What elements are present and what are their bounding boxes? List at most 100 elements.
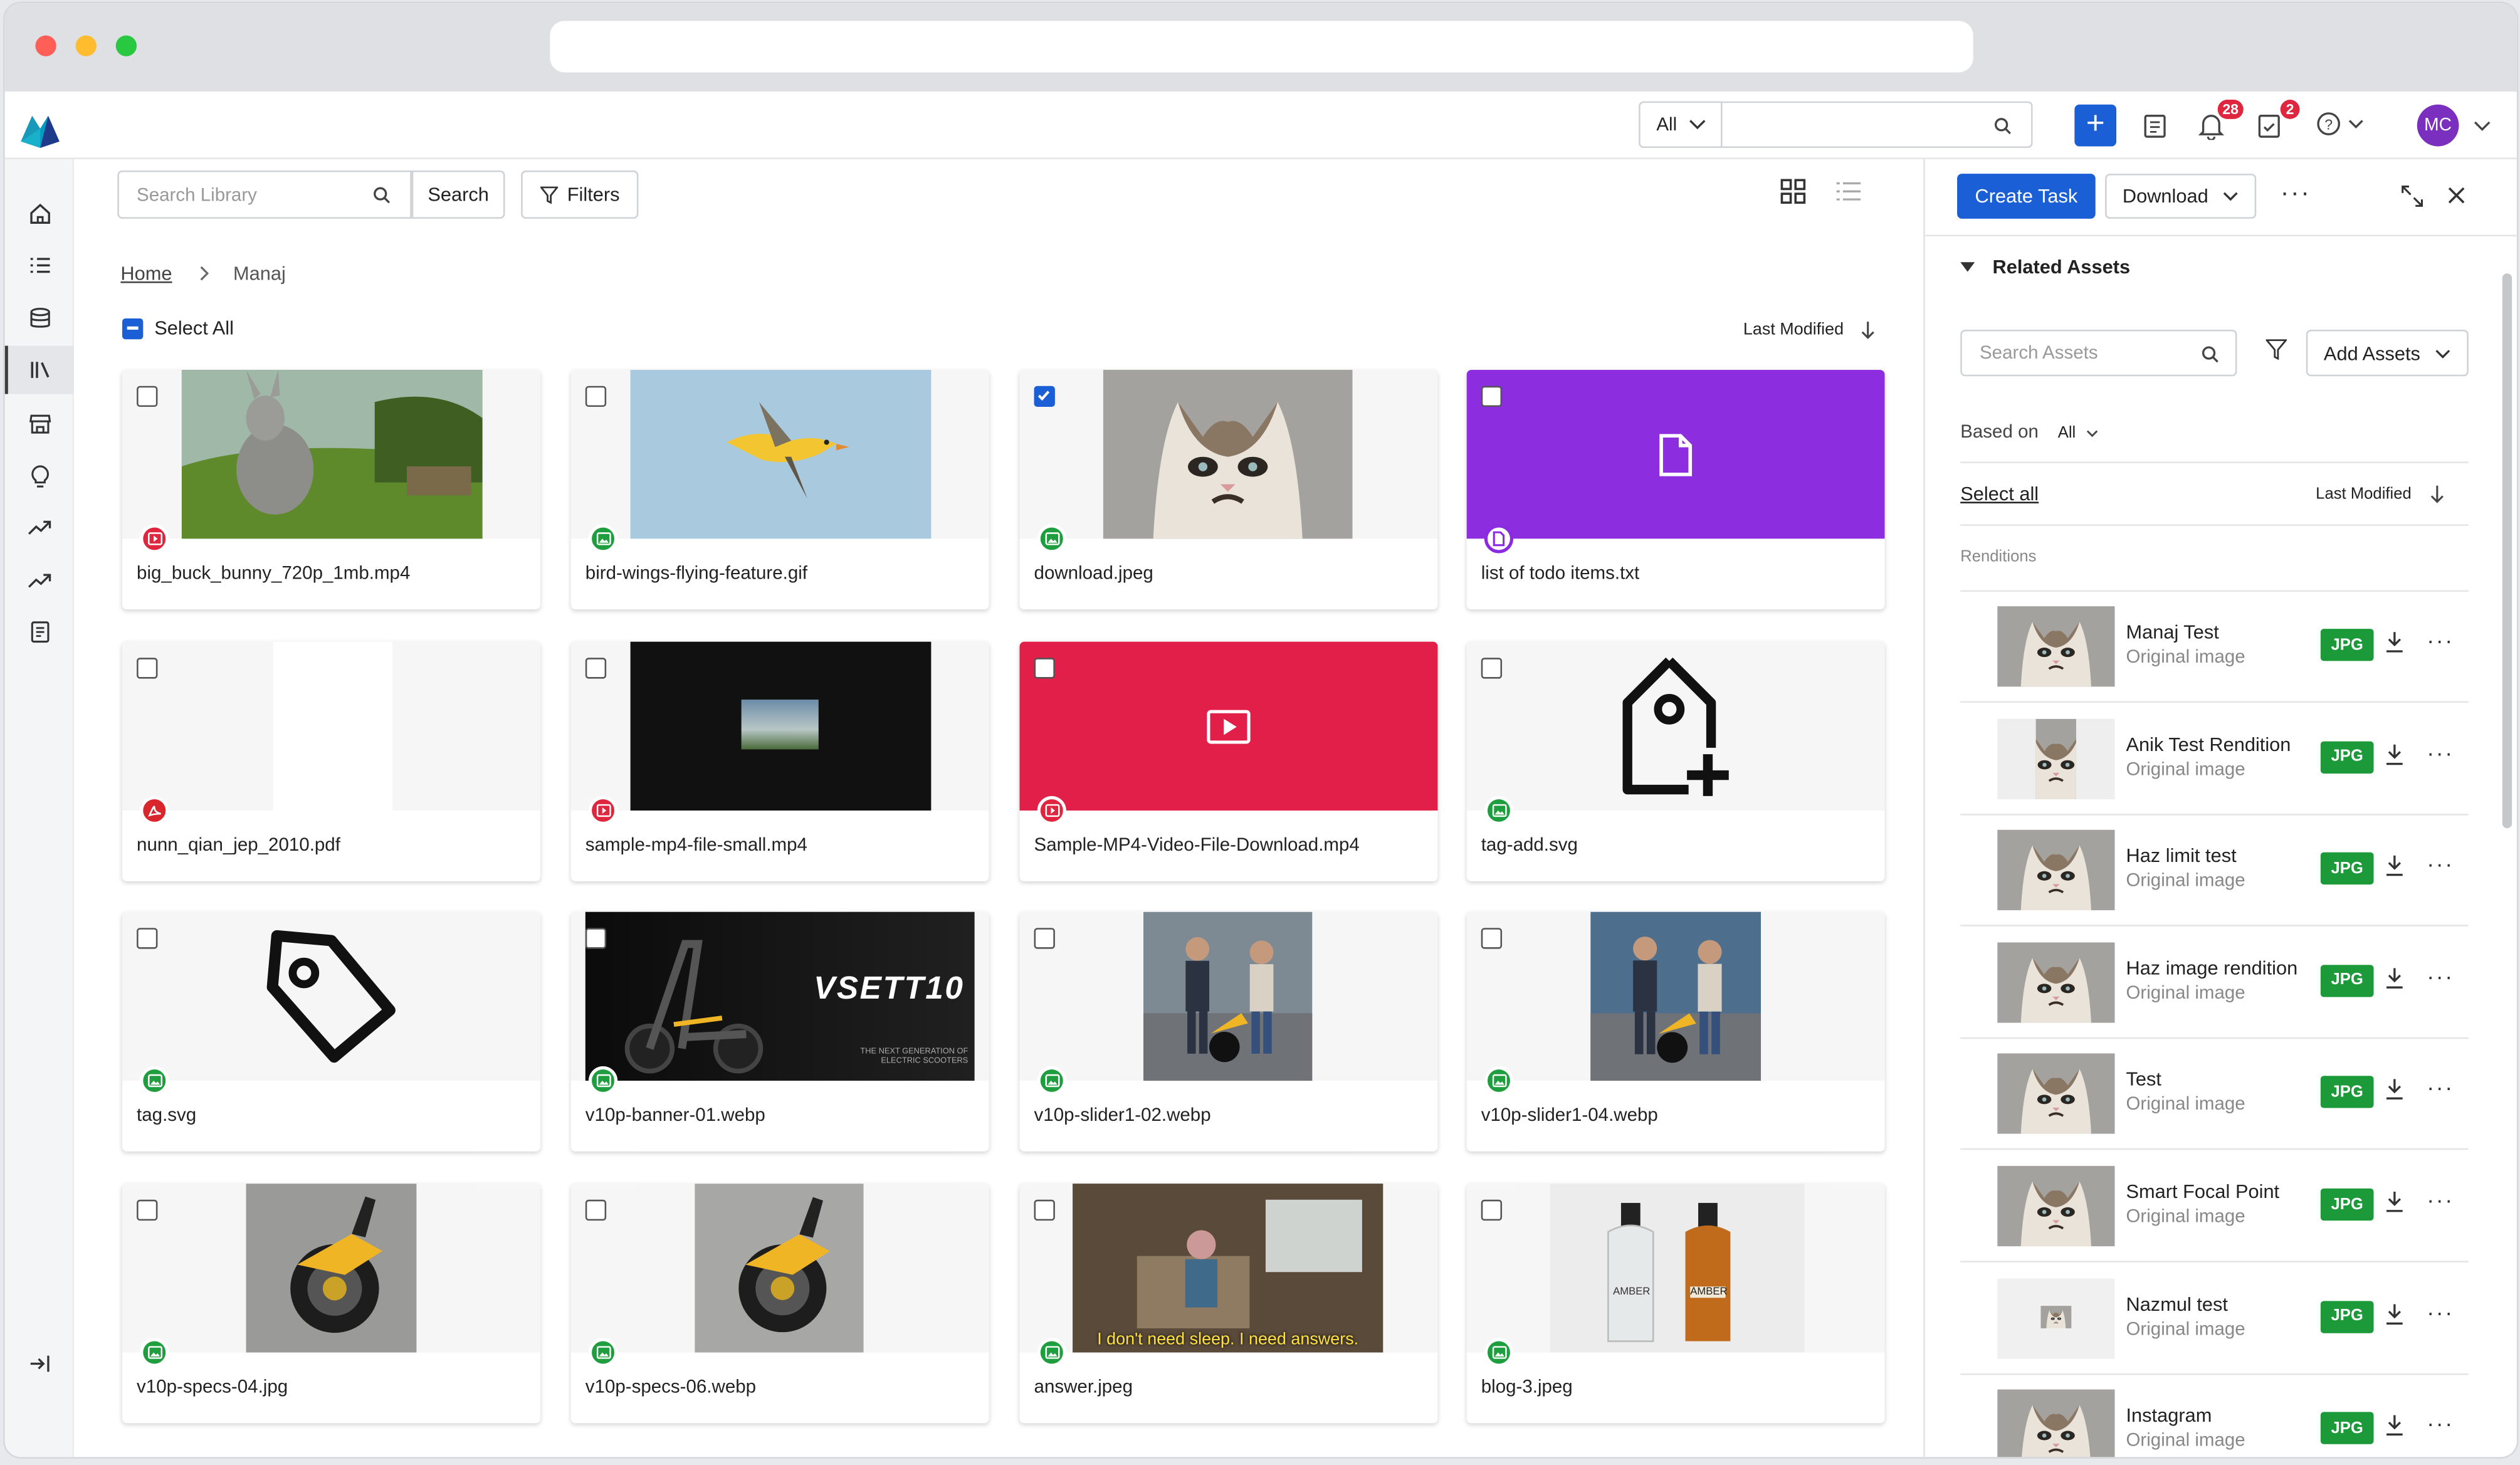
download-icon[interactable] [2385, 1190, 2404, 1212]
download-icon[interactable] [2385, 1078, 2404, 1101]
asset-thumbnail[interactable] [1019, 370, 1438, 539]
asset-card[interactable]: VSETT10 THE NEXT GENERATION OF ELECTRIC SC… [570, 911, 989, 1152]
asset-thumbnail[interactable] [122, 641, 540, 811]
select-all-checkbox[interactable]: Select All [122, 317, 234, 339]
asset-thumbnail[interactable] [1466, 370, 1885, 539]
asset-checkbox[interactable] [1034, 928, 1055, 949]
rendition-item[interactable]: Haz limit test Original image JPG ··· [1960, 816, 2469, 927]
sidebar-item-home[interactable] [5, 190, 74, 238]
download-icon[interactable] [2385, 631, 2404, 653]
help-menu[interactable]: ? [2316, 111, 2364, 137]
asset-card[interactable]: sample-mp4-file-small.mp4 [570, 641, 989, 881]
related-assets-toggle[interactable]: Related Assets [1960, 256, 2130, 278]
rendition-thumbnail[interactable] [1997, 942, 2115, 1023]
rendition-thumbnail[interactable] [1997, 1165, 2115, 1247]
asset-card[interactable]: Sample-MP4-Video-File-Download.mp4 [1019, 641, 1438, 881]
create-task-button[interactable]: Create Task [1957, 174, 2096, 219]
rendition-more-button[interactable]: ··· [2427, 627, 2454, 653]
panel-scrollbar[interactable] [2502, 273, 2512, 829]
sidebar-item-library[interactable] [4, 345, 75, 394]
sort-control[interactable]: Last Modified [1743, 320, 1876, 339]
asset-card[interactable]: download.jpeg [1019, 370, 1438, 610]
rendition-item[interactable]: Anik Test Rendition Original image JPG ··· [1960, 704, 2469, 815]
filters-button[interactable]: Filters [521, 170, 639, 219]
sidebar-item-trends[interactable] [5, 503, 74, 552]
rendition-thumbnail[interactable] [1997, 1278, 2115, 1358]
asset-thumbnail[interactable] [122, 1184, 540, 1353]
rendition-item[interactable]: Test Original image JPG ··· [1960, 1039, 2469, 1151]
breadcrumb-home-link[interactable]: Home [120, 262, 172, 285]
user-menu[interactable]: MC [2417, 104, 2491, 147]
asset-card[interactable]: AMBER AMBER blog-3.jpeg [1466, 1184, 1885, 1424]
rendition-more-button[interactable]: ··· [2427, 739, 2454, 765]
sidebar-item-list[interactable] [5, 241, 74, 290]
asset-checkbox[interactable] [137, 1199, 158, 1221]
list-view-icon[interactable] [1835, 180, 1862, 202]
more-options-button[interactable]: ··· [2281, 180, 2311, 209]
close-window-dot[interactable] [35, 35, 56, 56]
asset-checkbox[interactable] [1481, 386, 1503, 407]
asset-thumbnail[interactable] [570, 1184, 989, 1353]
expand-icon[interactable] [2401, 185, 2423, 207]
minimize-window-dot[interactable] [75, 35, 97, 56]
asset-thumbnail[interactable] [1019, 641, 1438, 811]
asset-card[interactable]: v10p-slider1-04.webp [1466, 911, 1885, 1152]
asset-checkbox[interactable] [1034, 386, 1055, 407]
asset-card[interactable]: nunn_qian_jep_2010.pdf [122, 641, 540, 881]
library-search-input[interactable]: Search Library [117, 170, 412, 219]
asset-thumbnail[interactable] [570, 641, 989, 811]
sidebar-item-data[interactable] [5, 294, 74, 342]
rendition-item[interactable]: Manaj Test Original image JPG ··· [1960, 592, 2469, 703]
rendition-item[interactable]: Haz image rendition Original image JPG ··· [1960, 928, 2469, 1039]
maximize-window-dot[interactable] [115, 35, 137, 56]
rendition-thumbnail[interactable] [1997, 830, 2115, 911]
rendition-thumbnail[interactable] [1997, 718, 2115, 799]
asset-checkbox[interactable] [585, 658, 607, 679]
download-icon[interactable] [2385, 1302, 2404, 1325]
rendition-item[interactable]: Nazmul test Original image JPG ··· [1960, 1263, 2469, 1375]
asset-checkbox[interactable] [585, 1199, 607, 1221]
asset-checkbox[interactable] [1034, 658, 1055, 679]
asset-checkbox[interactable] [137, 928, 158, 949]
asset-thumbnail[interactable] [122, 911, 540, 1081]
asset-checkbox[interactable] [1481, 928, 1503, 949]
asset-thumbnail[interactable] [1466, 911, 1885, 1081]
asset-card[interactable]: v10p-specs-06.webp [570, 1184, 989, 1424]
asset-thumbnail[interactable]: I don't need sleep. I need answers. [1019, 1184, 1438, 1353]
asset-checkbox[interactable] [585, 928, 607, 949]
asset-checkbox[interactable] [137, 386, 158, 407]
asset-card[interactable]: tag-add.svg [1466, 641, 1885, 881]
asset-thumbnail[interactable] [122, 370, 540, 539]
rendition-thumbnail[interactable] [1997, 606, 2115, 687]
grid-view-icon[interactable] [1780, 179, 1806, 204]
asset-checkbox[interactable] [1481, 1199, 1503, 1221]
rendition-more-button[interactable]: ··· [2427, 963, 2454, 989]
bell-icon[interactable] [2198, 113, 2224, 140]
search-button[interactable]: Search [411, 170, 505, 219]
filter-icon[interactable] [2265, 339, 2287, 360]
rendition-more-button[interactable]: ··· [2427, 851, 2454, 877]
create-new-button[interactable]: + [2074, 104, 2117, 147]
asset-card[interactable]: big_buck_bunny_720p_1mb.mp4 [122, 370, 540, 610]
clipboard-icon[interactable] [2144, 113, 2166, 139]
rendition-thumbnail[interactable] [1997, 1054, 2115, 1135]
sidebar-item-reports[interactable] [5, 608, 74, 656]
rendition-more-button[interactable]: ··· [2427, 1410, 2454, 1436]
asset-checkbox[interactable] [1034, 1199, 1055, 1221]
rendition-more-button[interactable]: ··· [2427, 1075, 2454, 1101]
close-icon[interactable] [2448, 187, 2465, 204]
related-search-input[interactable]: Search Assets [1960, 329, 2237, 377]
asset-card[interactable]: v10p-specs-04.jpg [122, 1184, 540, 1424]
asset-card[interactable]: tag.svg [122, 911, 540, 1152]
based-on-select[interactable]: All [2058, 424, 2098, 441]
address-bar[interactable] [550, 21, 1973, 73]
related-sort-control[interactable]: Last Modified [2316, 484, 2445, 503]
rendition-more-button[interactable]: ··· [2427, 1299, 2454, 1325]
asset-card[interactable]: I don't need sleep. I need answers. answe… [1019, 1184, 1438, 1424]
rendition-thumbnail[interactable] [1997, 1389, 2115, 1457]
asset-checkbox[interactable] [1481, 658, 1503, 679]
sidebar-item-analytics[interactable] [5, 557, 74, 605]
asset-thumbnail[interactable]: AMBER AMBER [1466, 1184, 1885, 1353]
asset-thumbnail[interactable] [1019, 911, 1438, 1081]
sidebar-item-store[interactable] [5, 399, 74, 447]
